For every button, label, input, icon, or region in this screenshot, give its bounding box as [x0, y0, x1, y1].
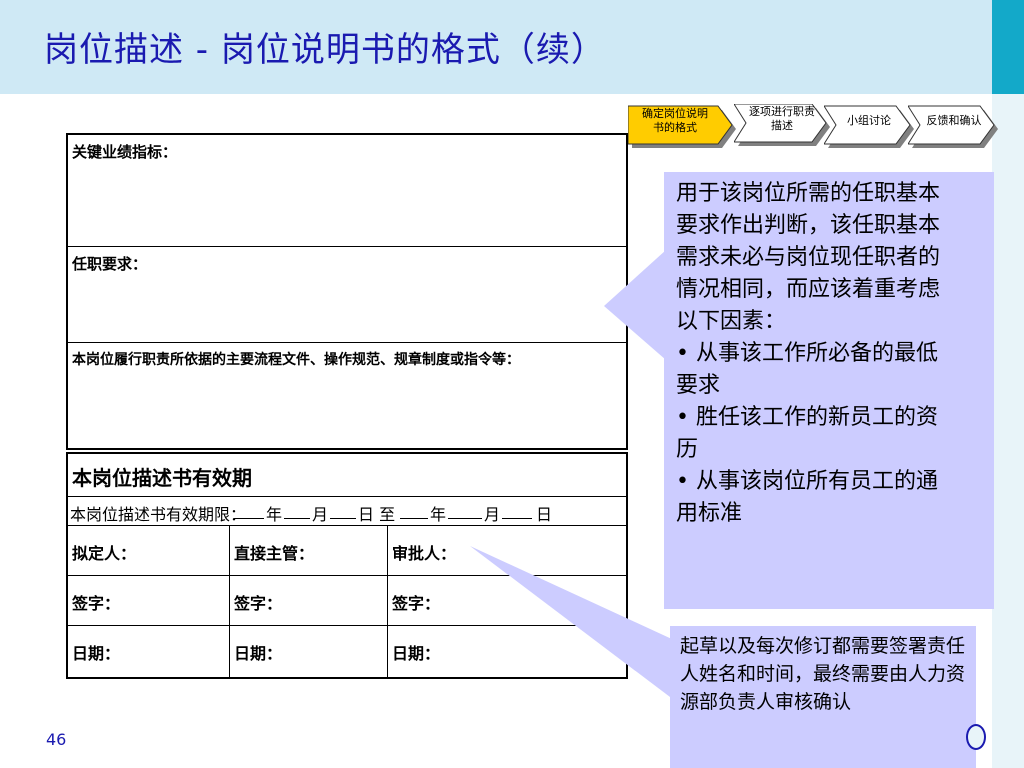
callout1-bullet-2: • 胜任该工作的新员工的资历: [676, 405, 938, 462]
callout1-intro: 用于该岗位所需的任职基本要求作出判断，该任职基本需求未必与岗位现任职者的情况相同…: [676, 181, 941, 334]
page-number: 46: [46, 730, 67, 749]
signoff-callout-text: 起草以及每次修订都需要签署责任人姓名和时间，最终需要由人力资源部负责人审核确认: [680, 635, 966, 713]
signoff-callout: 起草以及每次修订都需要签署责任人姓名和时间，最终需要由人力资源部负责人审核确认: [670, 626, 976, 768]
callout1-bullet-1: • 从事该工作所必备的最低要求: [676, 341, 938, 398]
callout1-bullet-3: • 从事该岗位所有员工的通用标准: [676, 469, 938, 526]
callout2-pointer: [470, 546, 674, 700]
corner-circle-icon: [966, 724, 986, 750]
callout1-pointer: [604, 250, 666, 360]
requirements-callout: 用于该岗位所需的任职基本要求作出判断，该任职基本需求未必与岗位现任职者的情况相同…: [664, 172, 994, 609]
requirements-callout-text: 用于该岗位所需的任职基本要求作出判断，该任职基本需求未必与岗位现任职者的情况相同…: [676, 178, 956, 530]
